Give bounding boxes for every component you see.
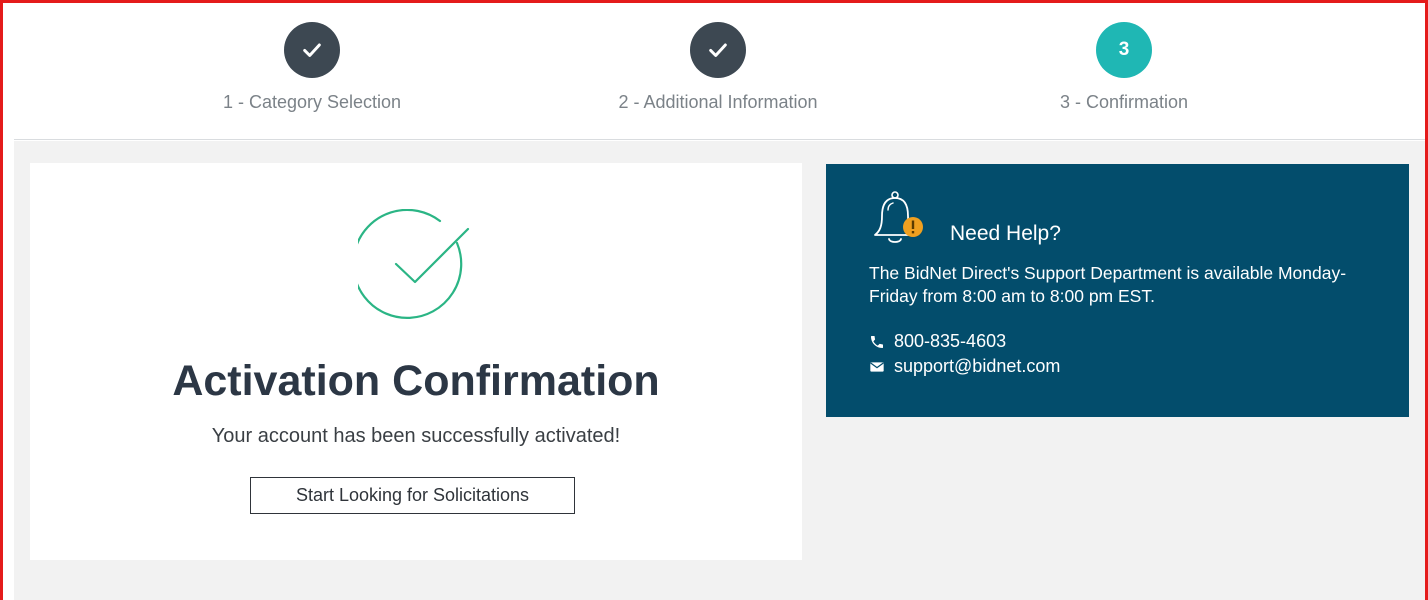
step-3-number: 3 (1096, 22, 1152, 78)
step-additional-information[interactable]: 2 - Additional Information (568, 22, 868, 113)
progress-stepper: 1 - Category Selection 2 - Additional In… (14, 6, 1428, 140)
step-confirmation[interactable]: 3 3 - Confirmation (974, 22, 1274, 113)
main-content: Activation Confirmation Your account has… (14, 141, 1428, 600)
step-label: 1 - Category Selection (222, 92, 402, 112)
step-1-complete-circle (284, 22, 340, 78)
help-description: The BidNet Direct's Support Department i… (869, 263, 1347, 306)
step-label: 2 - Additional Information (618, 92, 818, 112)
phone-number: 800-835-4603 (894, 331, 1007, 351)
success-message: Your account has been successfully activ… (211, 425, 621, 447)
email-address: support@bidnet.com (894, 356, 1061, 376)
help-panel: Need Help? The BidNet Direct's Support D… (826, 164, 1409, 417)
email-contact[interactable]: support@bidnet.com (869, 356, 1060, 377)
checkmark-icon (709, 43, 727, 57)
envelope-icon (870, 361, 884, 372)
step-category-selection[interactable]: 1 - Category Selection (162, 22, 462, 113)
phone-contact[interactable]: 800-835-4603 (869, 331, 1006, 352)
help-title: Need Help? (950, 222, 1061, 245)
step-2-complete-circle (690, 22, 746, 78)
page-title: Activation Confirmation (172, 357, 660, 405)
checkmark-icon (303, 43, 321, 57)
confirmation-card: Activation Confirmation Your account has… (30, 163, 802, 560)
step-label: 3 - Confirmation (1059, 92, 1189, 112)
phone-icon (871, 335, 883, 348)
check-circle-icon (358, 209, 470, 319)
start-looking-button[interactable]: Start Looking for Solicitations (250, 477, 575, 514)
bell-alert-icon (874, 191, 923, 243)
